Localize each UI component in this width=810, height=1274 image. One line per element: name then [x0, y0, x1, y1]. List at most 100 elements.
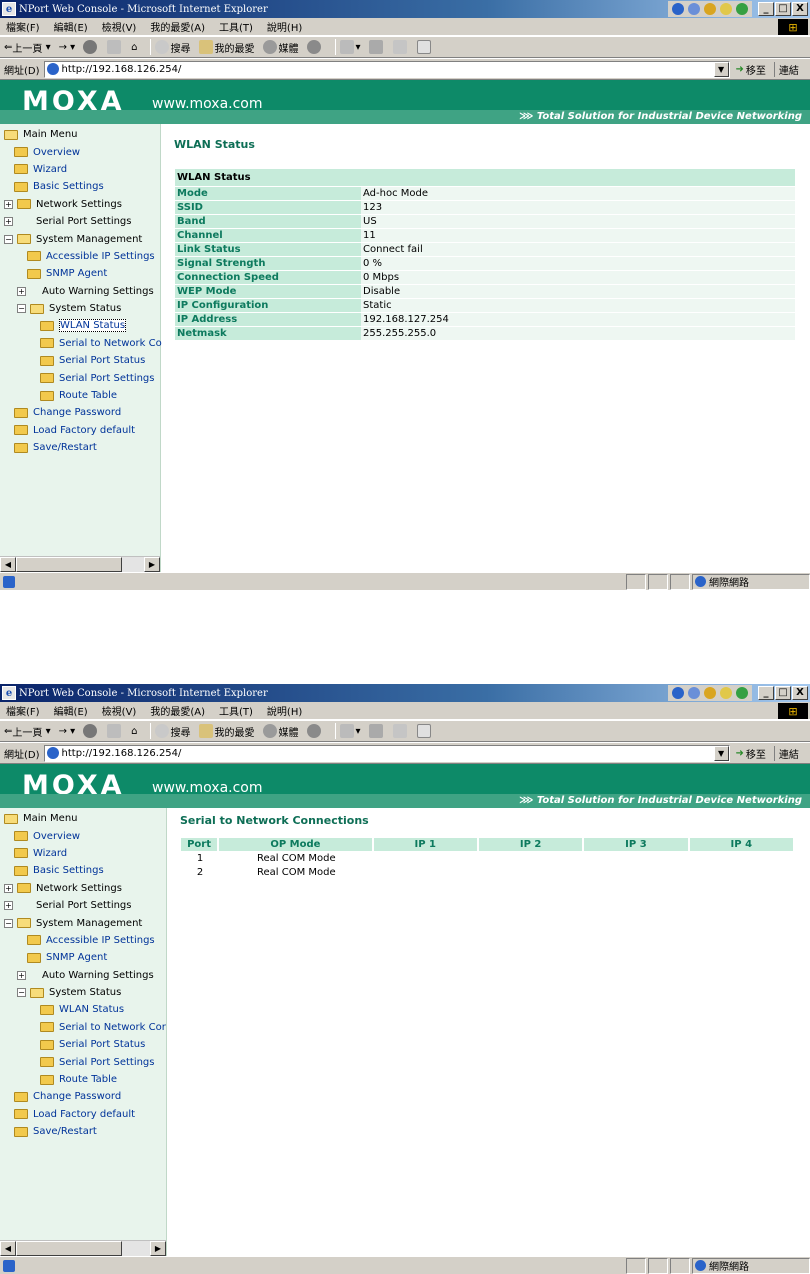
maximize-button[interactable]: □: [775, 686, 791, 700]
home-button[interactable]: ⌂: [131, 42, 137, 53]
nav-change-password[interactable]: Change Password: [0, 404, 160, 421]
nav-serial-port-settings[interactable]: + Serial Port Settings: [0, 897, 166, 914]
collapse-icon[interactable]: −: [4, 234, 13, 244]
nav-accessible-ip[interactable]: Accessible IP Settings: [0, 932, 166, 949]
nav-system-status[interactable]: − System Status: [0, 300, 160, 317]
nav-wlan-status[interactable]: WLAN Status: [0, 1001, 166, 1018]
history-button[interactable]: [306, 40, 323, 54]
collapse-icon[interactable]: −: [4, 918, 13, 928]
nav-serial-port-settings-sub[interactable]: Serial Port Settings: [0, 369, 160, 386]
address-input[interactable]: http://192.168.126.254/ ▼: [43, 744, 730, 762]
back-button[interactable]: ⇐ 上一頁 ▾: [4, 724, 51, 739]
nav-wizard[interactable]: Wizard: [0, 845, 166, 862]
expand-icon[interactable]: +: [4, 217, 13, 227]
nav-accessible-ip[interactable]: Accessible IP Settings: [0, 248, 160, 265]
nav-snmp-agent[interactable]: SNMP Agent: [0, 949, 166, 966]
nav-system-management[interactable]: − System Management: [0, 914, 166, 931]
nav-basic-settings[interactable]: Basic Settings: [0, 178, 160, 195]
go-button[interactable]: ➜ 移至: [736, 62, 766, 77]
nav-serial-port-status[interactable]: Serial Port Status: [0, 1036, 166, 1053]
sidebar-horizontal-scrollbar[interactable]: ◀ ▶: [0, 1240, 166, 1256]
forward-button[interactable]: → ▾: [59, 726, 76, 737]
address-dropdown-button[interactable]: ▼: [713, 61, 729, 77]
nav-save-restart[interactable]: Save/Restart: [0, 439, 160, 456]
tray-icon[interactable]: [688, 3, 700, 15]
address-dropdown-button[interactable]: ▼: [713, 745, 729, 761]
tray-icon[interactable]: [736, 3, 748, 15]
links-button[interactable]: 連結: [773, 61, 799, 77]
nav-load-factory-default[interactable]: Load Factory default: [0, 1106, 166, 1123]
stop-button[interactable]: [83, 724, 99, 738]
nav-main-menu[interactable]: Main Menu: [0, 810, 166, 827]
expand-icon[interactable]: +: [4, 199, 13, 209]
nav-main-menu[interactable]: Main Menu: [0, 126, 160, 143]
close-button[interactable]: X: [792, 2, 808, 16]
edit-button[interactable]: [392, 40, 409, 54]
close-button[interactable]: X: [792, 686, 808, 700]
expand-icon[interactable]: +: [4, 901, 13, 911]
nav-snmp-agent[interactable]: SNMP Agent: [0, 265, 160, 282]
history-button[interactable]: [306, 724, 323, 738]
menu-edit[interactable]: 編輯(E): [54, 703, 88, 718]
ie-tray-icon[interactable]: [672, 687, 684, 699]
nav-system-management[interactable]: − System Management: [0, 230, 160, 247]
sidebar-horizontal-scrollbar[interactable]: ◀ ▶: [0, 556, 160, 572]
nav-serial-to-network[interactable]: Serial to Network Cor: [0, 1019, 166, 1036]
minimize-button[interactable]: _: [758, 2, 774, 16]
expand-icon[interactable]: +: [17, 286, 26, 296]
collapse-icon[interactable]: −: [17, 304, 26, 314]
nav-auto-warning[interactable]: + Auto Warning Settings: [0, 967, 166, 984]
refresh-button[interactable]: [107, 40, 123, 54]
nav-overview[interactable]: Overview: [0, 827, 166, 844]
menu-favorites[interactable]: 我的最愛(A): [150, 703, 205, 718]
scroll-left-button[interactable]: ◀: [0, 557, 16, 572]
nav-network-settings[interactable]: + Network Settings: [0, 880, 166, 897]
scroll-right-button[interactable]: ▶: [144, 557, 160, 572]
menu-help[interactable]: 說明(H): [267, 703, 302, 718]
menu-favorites[interactable]: 我的最愛(A): [150, 19, 205, 34]
scroll-track[interactable]: [122, 1241, 150, 1256]
edit-button[interactable]: [392, 724, 409, 738]
scroll-thumb[interactable]: [16, 557, 122, 572]
tray-icon[interactable]: [720, 687, 732, 699]
ie-tray-icon[interactable]: [672, 3, 684, 15]
print-button[interactable]: [368, 40, 385, 54]
menu-tools[interactable]: 工具(T): [219, 19, 253, 34]
scroll-track[interactable]: [122, 557, 144, 572]
favorites-button[interactable]: 我的最愛: [198, 40, 255, 55]
stop-button[interactable]: [83, 40, 99, 54]
address-input[interactable]: http://192.168.126.254/ ▼: [43, 60, 730, 78]
menu-file[interactable]: 檔案(F): [6, 19, 40, 34]
nav-basic-settings[interactable]: Basic Settings: [0, 862, 166, 879]
tray-icon[interactable]: [704, 3, 716, 15]
discuss-button[interactable]: [416, 40, 433, 54]
nav-wlan-status[interactable]: WLAN Status: [0, 317, 160, 334]
nav-wizard[interactable]: Wizard: [0, 161, 160, 178]
nav-serial-port-settings[interactable]: + Serial Port Settings: [0, 213, 160, 230]
expand-icon[interactable]: +: [4, 883, 13, 893]
scroll-right-button[interactable]: ▶: [150, 1241, 166, 1256]
nav-system-status[interactable]: − System Status: [0, 984, 166, 1001]
forward-button[interactable]: → ▾: [59, 42, 76, 53]
nav-save-restart[interactable]: Save/Restart: [0, 1123, 166, 1140]
nav-route-table[interactable]: Route Table: [0, 387, 160, 404]
menu-edit[interactable]: 編輯(E): [54, 19, 88, 34]
expand-icon[interactable]: +: [17, 970, 26, 980]
nav-load-factory-default[interactable]: Load Factory default: [0, 422, 160, 439]
scroll-thumb[interactable]: [16, 1241, 122, 1256]
tray-icon[interactable]: [736, 687, 748, 699]
nav-serial-to-network[interactable]: Serial to Network Co: [0, 335, 162, 352]
menu-view[interactable]: 檢視(V): [102, 19, 137, 34]
favorites-button[interactable]: 我的最愛: [198, 724, 255, 739]
home-button[interactable]: ⌂: [131, 726, 137, 737]
collapse-icon[interactable]: −: [17, 988, 26, 998]
nav-route-table[interactable]: Route Table: [0, 1071, 166, 1088]
links-button[interactable]: 連結: [773, 745, 799, 761]
print-button[interactable]: [368, 724, 385, 738]
menu-help[interactable]: 說明(H): [267, 19, 302, 34]
nav-serial-port-settings-sub[interactable]: Serial Port Settings: [0, 1053, 166, 1070]
search-button[interactable]: 搜尋: [154, 724, 191, 739]
discuss-button[interactable]: [416, 724, 433, 738]
media-button[interactable]: 媒體: [262, 40, 299, 55]
tray-icon[interactable]: [720, 3, 732, 15]
